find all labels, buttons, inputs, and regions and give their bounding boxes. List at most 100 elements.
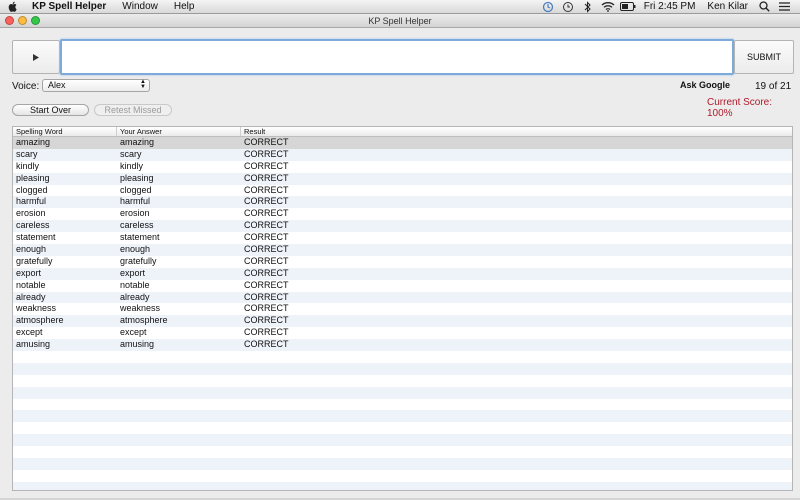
column-header-spelling-word[interactable]: Spelling Word [13, 127, 117, 136]
empty-table-row [13, 469, 792, 482]
table-row[interactable]: pleasing pleasing CORRECT [13, 172, 792, 185]
cell-your-answer: amusing [120, 339, 155, 350]
notification-center-icon[interactable] [776, 0, 792, 14]
table-row[interactable]: amazing amazing CORRECT [13, 137, 792, 149]
voice-selected-value: Alex [48, 80, 66, 90]
retest-missed-button[interactable]: Retest Missed [94, 104, 172, 116]
table-row[interactable]: kindly kindly CORRECT [13, 160, 792, 173]
menu-app-name[interactable]: KP Spell Helper [26, 0, 114, 14]
answer-input[interactable] [60, 39, 734, 75]
empty-table-row [13, 458, 792, 470]
cell-your-answer: enough [120, 244, 151, 255]
table-row[interactable]: weakness weakness CORRECT [13, 303, 792, 316]
cell-your-answer: erosion [120, 208, 150, 219]
menubar-clock[interactable]: Fri 2:45 PM [638, 1, 702, 12]
table-row[interactable]: atmosphere atmosphere CORRECT [13, 315, 792, 328]
cell-your-answer: notable [120, 279, 150, 290]
table-row[interactable]: statement statement CORRECT [13, 232, 792, 245]
cell-your-answer: except [120, 327, 147, 338]
cell-your-answer: pleasing [120, 172, 154, 183]
empty-table-row [13, 410, 792, 423]
table-row[interactable]: except except CORRECT [13, 327, 792, 340]
cell-result: CORRECT [244, 184, 289, 195]
table-row[interactable]: harmful harmful CORRECT [13, 196, 792, 209]
cell-your-answer: statement [120, 232, 160, 243]
cell-result: CORRECT [244, 279, 289, 290]
window-controls [5, 16, 40, 25]
menu-window[interactable]: Window [114, 0, 166, 14]
window-titlebar[interactable]: KP Spell Helper [0, 14, 800, 28]
cell-result: CORRECT [244, 315, 289, 326]
cell-spelling-word: export [16, 267, 42, 278]
zoom-button[interactable] [31, 16, 40, 25]
cell-spelling-word: amazing [16, 137, 51, 147]
cell-your-answer: weakness [120, 303, 161, 314]
table-row[interactable]: gratefully gratefully CORRECT [13, 255, 792, 268]
empty-table-row [13, 374, 792, 387]
cell-spelling-word: already [16, 291, 46, 302]
table-row[interactable]: scary scary CORRECT [13, 148, 792, 161]
close-button[interactable] [5, 16, 14, 25]
cell-your-answer: gratefully [120, 255, 157, 266]
column-header-your-answer[interactable]: Your Answer [117, 127, 241, 136]
cell-spelling-word: amusing [16, 339, 51, 350]
cell-result: CORRECT [244, 172, 289, 183]
cell-your-answer: atmosphere [120, 315, 168, 326]
empty-table-row [13, 481, 792, 490]
table-row[interactable]: notable notable CORRECT [13, 279, 792, 292]
time-machine-icon[interactable] [560, 0, 576, 14]
cell-result: CORRECT [244, 291, 289, 302]
bluetooth-icon[interactable] [580, 0, 596, 14]
empty-table-row [13, 351, 792, 363]
cell-result: CORRECT [244, 232, 289, 243]
menubar: KP Spell Helper Window Help Fri 2:45 PM … [0, 0, 800, 14]
ask-google-link[interactable]: Ask Google [680, 80, 730, 90]
cell-result: CORRECT [244, 255, 289, 266]
spotlight-search-icon[interactable] [756, 0, 772, 14]
cell-spelling-word: atmosphere [16, 315, 64, 326]
select-arrows-icon: ▲ ▼ [140, 79, 146, 90]
menubar-user[interactable]: Ken Kilar [701, 1, 754, 12]
empty-table-row [13, 398, 792, 411]
sync-icon[interactable] [540, 0, 556, 14]
cell-your-answer: already [120, 291, 150, 302]
cell-spelling-word: pleasing [16, 172, 50, 183]
cell-result: CORRECT [244, 160, 289, 171]
cell-your-answer: kindly [120, 160, 144, 171]
cell-result: CORRECT [244, 148, 289, 159]
cell-your-answer: export [120, 267, 146, 278]
cell-spelling-word: erosion [16, 208, 46, 219]
battery-icon[interactable] [619, 0, 636, 14]
table-row[interactable]: careless careless CORRECT [13, 220, 792, 233]
minimize-button[interactable] [18, 16, 27, 25]
table-row[interactable]: amusing amusing CORRECT [13, 339, 792, 352]
table-row[interactable]: already already CORRECT [13, 291, 792, 304]
cell-spelling-word: weakness [16, 303, 57, 314]
play-word-button[interactable] [12, 40, 60, 74]
table-row[interactable]: erosion erosion CORRECT [13, 208, 792, 221]
apple-icon[interactable] [0, 0, 26, 14]
table-row[interactable]: clogged clogged CORRECT [13, 184, 792, 197]
start-over-button[interactable]: Start Over [12, 104, 89, 116]
voice-label: Voice: [12, 81, 40, 92]
voice-select[interactable]: Alex ▲ ▼ [42, 79, 150, 92]
cell-result: CORRECT [244, 244, 289, 255]
cell-spelling-word: scary [16, 148, 38, 159]
cell-result: CORRECT [244, 327, 289, 338]
empty-table-row [13, 362, 792, 375]
cell-spelling-word: careless [16, 220, 50, 231]
progress-count: 19 of 21 [755, 81, 792, 92]
window-title: KP Spell Helper [368, 16, 432, 26]
empty-table-row [13, 422, 792, 435]
submit-button[interactable]: SUBMIT [734, 40, 794, 74]
table-row[interactable]: export export CORRECT [13, 267, 792, 280]
wifi-icon[interactable] [600, 0, 616, 14]
cell-result: CORRECT [244, 267, 289, 278]
table-row[interactable]: enough enough CORRECT [13, 244, 792, 256]
column-header-result[interactable]: Result [241, 127, 792, 136]
cell-spelling-word: enough [16, 244, 47, 255]
cell-spelling-word: harmful [16, 196, 47, 207]
results-table[interactable]: Spelling Word Your Answer Result amazing… [12, 126, 793, 491]
cell-spelling-word: kindly [16, 160, 40, 171]
menu-help[interactable]: Help [166, 0, 203, 14]
